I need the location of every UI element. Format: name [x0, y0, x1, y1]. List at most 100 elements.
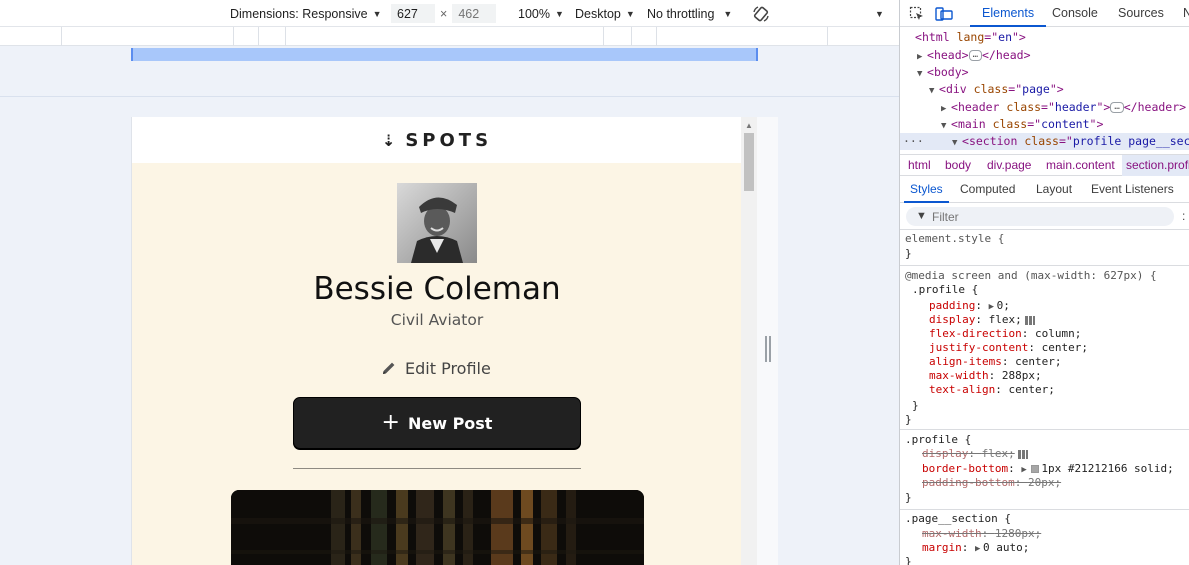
dom-node-body[interactable]: ▼ <body>	[917, 64, 969, 81]
profile-name: Bessie Coleman	[313, 271, 561, 307]
profile-rule: .profile { display: flex; border-bottom:…	[900, 431, 1189, 510]
media-query-text[interactable]: @media screen and (max-width: 627px) {	[905, 269, 1157, 283]
zoom-label: 100%	[518, 6, 550, 21]
breadcrumb-div-page[interactable]: div.page	[987, 155, 1031, 176]
expand-triangle-icon[interactable]: ▶	[989, 300, 997, 314]
styles-filter-input[interactable]	[906, 207, 1174, 226]
style-declaration-overridden[interactable]: padding-bottom: 20px;	[922, 476, 1061, 490]
rule-selector[interactable]: .profile {	[905, 433, 971, 447]
viewport-width-input[interactable]	[391, 4, 435, 23]
collapse-triangle-icon[interactable]: ▼	[952, 135, 962, 152]
ruler-tick	[285, 27, 286, 46]
styles-pane: element.style { } @media screen and (max…	[900, 230, 1189, 565]
scroll-up-icon[interactable]: ▲	[745, 122, 753, 130]
tab-sources[interactable]: Sources	[1118, 0, 1164, 27]
chevron-down-icon: ▼	[625, 8, 635, 19]
style-declaration-overridden[interactable]: display: flex;	[922, 447, 1028, 461]
dom-node-head[interactable]: ▶ <head>… </head>	[917, 47, 1031, 64]
expand-triangle-icon[interactable]: ▶	[975, 542, 983, 556]
inspect-icon	[909, 6, 923, 20]
breadcrumb-section-profile[interactable]: section.profi	[1122, 155, 1189, 176]
style-declaration-overridden[interactable]: max-width: 1280px;	[922, 527, 1041, 541]
ruler-tick	[258, 27, 259, 46]
style-declaration[interactable]: margin: ▶ 0 auto;	[922, 541, 1029, 555]
color-swatch[interactable]	[1031, 465, 1040, 473]
device-type-dropdown[interactable]: Desktop ▼	[575, 0, 635, 27]
element-style-selector[interactable]: element.style {	[905, 232, 1004, 246]
viewport-height-input[interactable]	[452, 4, 497, 23]
rotate-icon	[753, 5, 769, 22]
page-section-rule: .page__section { max-width: 1280px; marg…	[900, 511, 1189, 565]
toolbar-more-button[interactable]: ▼	[875, 0, 884, 27]
breadcrumb-main-content[interactable]: main.content	[1046, 155, 1115, 176]
flexbox-editor-icon[interactable]	[1024, 315, 1035, 325]
style-declaration[interactable]: text-align: center;	[929, 383, 1055, 397]
devtools-tab-bar: Elements Console Sources N	[900, 0, 1189, 27]
resize-handle[interactable]	[765, 336, 771, 362]
filter-more-icon[interactable]: :	[1182, 209, 1185, 223]
logo-text: SPOTS	[405, 129, 493, 151]
rule-close-brace: }	[905, 413, 912, 426]
style-declaration[interactable]: justify-content: center;	[929, 341, 1088, 355]
chevron-down-icon: ▼	[554, 8, 564, 19]
expand-triangle-icon[interactable]: ▶	[1021, 463, 1029, 477]
flexbox-editor-icon[interactable]	[1017, 449, 1028, 459]
device-toolbar: Dimensions: Responsive ▼ × 100% ▼ Deskto…	[0, 0, 899, 27]
style-declaration[interactable]: display: flex;	[929, 313, 1035, 327]
devtools-panel: Elements Console Sources N <html lang="e…	[899, 0, 1189, 565]
chevron-down-icon: ▼	[372, 8, 382, 19]
media-query-bar[interactable]	[131, 48, 758, 61]
media-query-ruler	[0, 27, 899, 46]
rotate-button[interactable]	[752, 0, 770, 27]
divider	[0, 96, 899, 97]
breadcrumb-body[interactable]: body	[945, 155, 971, 176]
style-declaration[interactable]: max-width: 288px;	[929, 369, 1042, 383]
rule-close-brace: }	[905, 247, 912, 260]
collapse-triangle-icon[interactable]: ▼	[929, 83, 939, 100]
style-declaration[interactable]: align-items: center;	[929, 355, 1061, 369]
ruler-tick	[233, 27, 234, 46]
collapse-triangle-icon[interactable]: ▼	[917, 66, 927, 83]
dom-node-section-selected[interactable]: ···▼<section class="profile page__secti	[900, 133, 1189, 150]
styles-filter-row: ▼ :	[900, 203, 1189, 230]
dom-node-html[interactable]: <html lang="en">	[915, 29, 1026, 46]
rule-selector[interactable]: .page__section {	[905, 512, 1011, 526]
post-card-image[interactable]	[231, 490, 644, 565]
tab-computed[interactable]: Computed	[960, 176, 1015, 203]
tab-network[interactable]: N	[1183, 0, 1189, 27]
inspect-element-button[interactable]	[909, 5, 925, 23]
breadcrumb-html[interactable]: html	[908, 155, 931, 176]
scrollbar-thumb[interactable]	[744, 133, 754, 191]
tab-elements[interactable]: Elements	[970, 0, 1047, 27]
device-emulation-pane: Dimensions: Responsive ▼ × 100% ▼ Deskto…	[0, 0, 899, 565]
tab-layout[interactable]: Layout	[1036, 176, 1072, 203]
dom-node-div-page[interactable]: ▼ <div class="page">	[929, 81, 1064, 98]
zoom-dropdown[interactable]: 100% ▼	[518, 0, 564, 27]
edit-profile-button[interactable]: Edit Profile	[381, 356, 491, 380]
dimensions-dropdown[interactable]: Dimensions: Responsive ▼	[230, 0, 381, 27]
viewport-size-group: ×	[391, 0, 497, 27]
collapsed-ellipsis-icon[interactable]: …	[1110, 102, 1124, 113]
style-declaration[interactable]: padding: ▶ 0;	[929, 299, 1010, 313]
site-header: ⇣ SPOTS	[132, 117, 741, 163]
more-options-icon[interactable]: ···	[900, 133, 952, 150]
times-sign: ×	[440, 6, 448, 21]
dom-node-main[interactable]: ▼ <main class="content">	[941, 116, 1103, 133]
tab-styles[interactable]: Styles	[904, 176, 949, 203]
ruler-tick	[61, 27, 62, 46]
styles-subtab-bar: Styles Computed Layout Event Listeners	[900, 176, 1189, 203]
style-declaration[interactable]: flex-direction: column;	[929, 327, 1081, 341]
collapsed-ellipsis-icon[interactable]: …	[968, 50, 982, 61]
throttling-dropdown[interactable]: No throttling ▼	[647, 0, 732, 27]
tab-event-listeners[interactable]: Event Listeners	[1091, 176, 1174, 203]
rule-selector[interactable]: .profile {	[912, 283, 978, 297]
dom-node-header[interactable]: ▶ <header class="header">… </header>	[941, 99, 1186, 116]
tab-console[interactable]: Console	[1052, 0, 1098, 27]
site-logo[interactable]: ⇣ SPOTS	[382, 130, 492, 151]
device-toggle-button[interactable]	[935, 5, 953, 23]
style-declaration[interactable]: border-bottom: ▶ 1px #21212166 solid;	[922, 462, 1174, 476]
logo-pin-icon: ⇣	[381, 130, 400, 150]
new-post-button[interactable]: + New Post	[293, 397, 581, 449]
post-image	[231, 490, 644, 565]
viewport-scrollbar[interactable]: ▲	[741, 117, 757, 565]
